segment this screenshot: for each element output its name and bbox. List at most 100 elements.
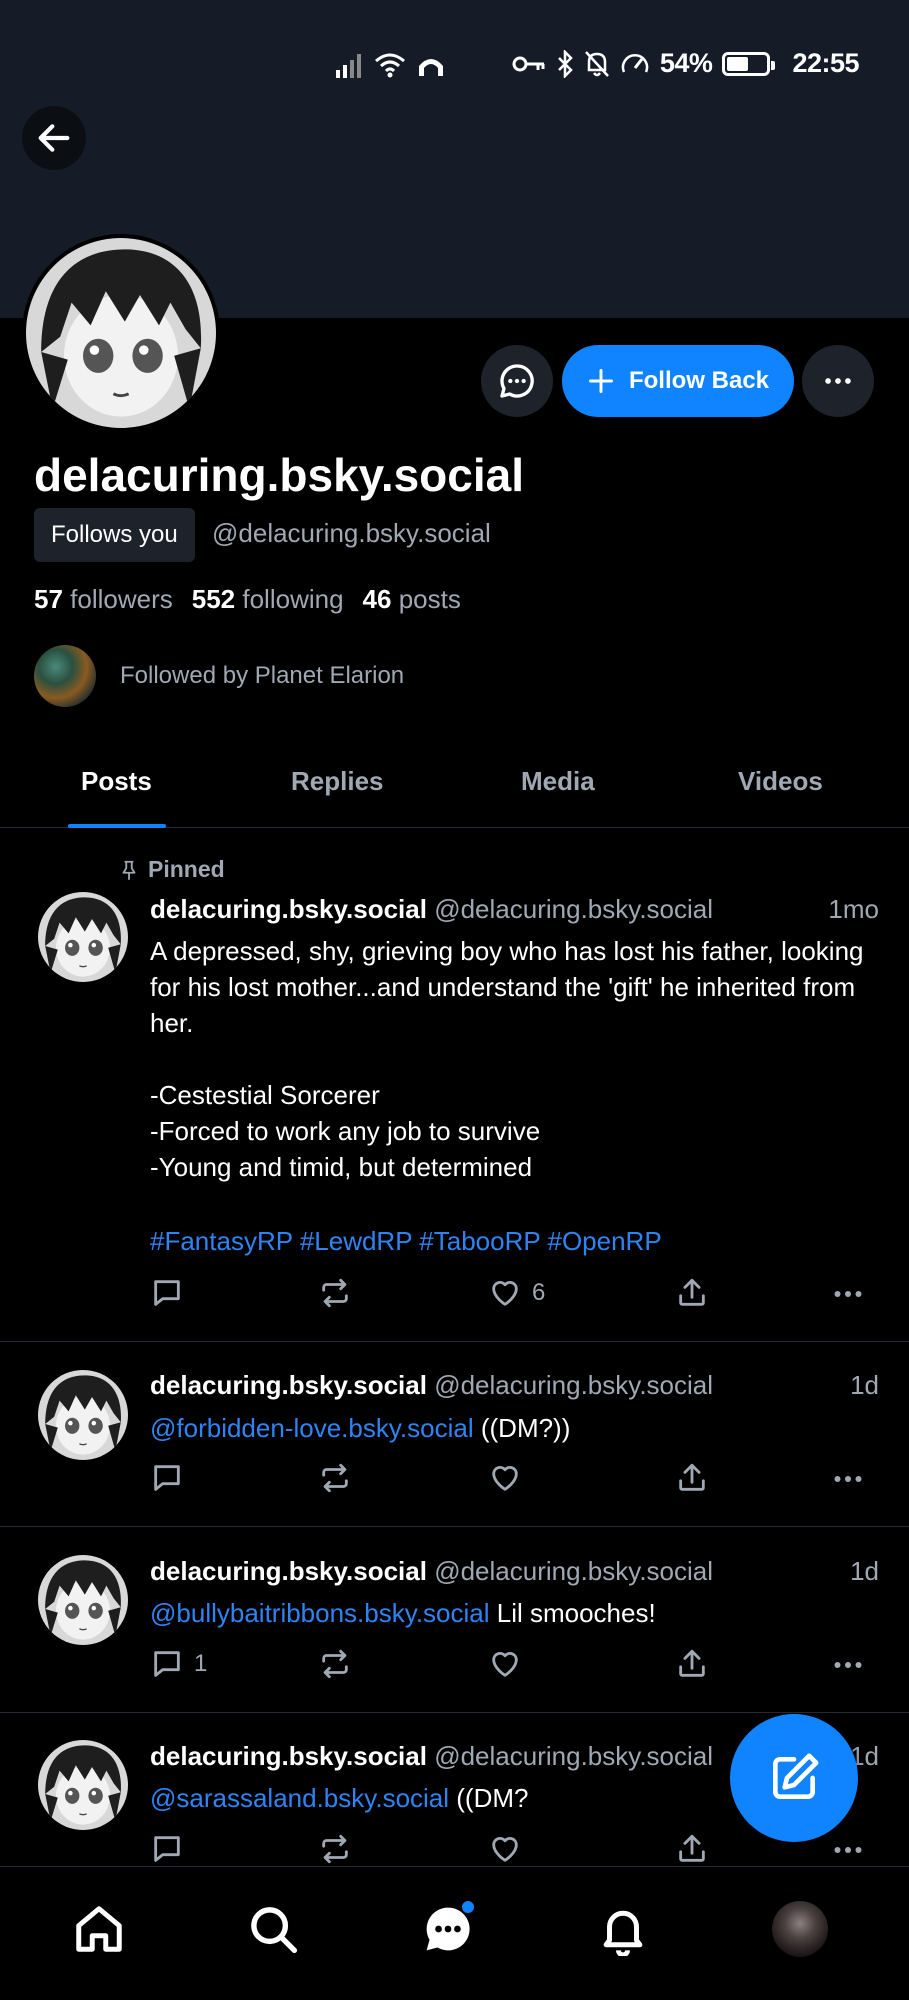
post-header: delacuring.bsky.social @delacuring.bsky.… xyxy=(150,1370,879,1404)
share-icon xyxy=(675,1647,709,1681)
nav-profile[interactable] xyxy=(768,1897,832,1961)
post-actions: 1 xyxy=(150,1647,880,1687)
share-icon xyxy=(675,1461,709,1495)
signal-icon xyxy=(336,54,361,78)
status-bar: 54% 22:55 xyxy=(0,40,909,96)
message-button[interactable] xyxy=(481,345,553,417)
repost-icon xyxy=(318,1276,352,1310)
nav-home[interactable] xyxy=(67,1897,131,1961)
post-text: A depressed, shy, grieving boy who has l… xyxy=(150,936,864,1182)
like-icon xyxy=(488,1461,522,1495)
post-mention[interactable]: @bullybaitribbons.bsky.social xyxy=(150,1598,490,1628)
post-mention[interactable]: @forbidden-love.bsky.social xyxy=(150,1413,474,1443)
more-icon xyxy=(821,364,855,398)
display-name: delacuring.bsky.social xyxy=(34,449,525,501)
nav-messages[interactable] xyxy=(416,1897,480,1961)
profile-more-button[interactable] xyxy=(802,345,874,417)
post-more-button[interactable] xyxy=(830,1461,866,1497)
post-avatar[interactable] xyxy=(38,1555,128,1645)
following-label: following xyxy=(242,584,344,614)
share-button[interactable] xyxy=(675,1461,709,1495)
repost-button[interactable] xyxy=(318,1832,352,1866)
stat-following[interactable]: 552 following xyxy=(192,584,344,615)
tab-replies[interactable]: Replies xyxy=(291,766,384,797)
followers-count: 57 xyxy=(34,584,63,614)
post-author-handle: @delacuring.bsky.social xyxy=(434,1741,714,1771)
repost-icon xyxy=(318,1461,352,1495)
post-author-name[interactable]: delacuring.bsky.social xyxy=(150,894,427,924)
like-button[interactable]: 6 xyxy=(488,1276,545,1310)
key-icon xyxy=(512,56,545,71)
share-icon xyxy=(675,1832,709,1866)
share-button[interactable] xyxy=(675,1276,709,1310)
profile-handle: @delacuring.bsky.social xyxy=(212,518,491,548)
nav-notifications[interactable] xyxy=(591,1897,655,1961)
like-button[interactable] xyxy=(488,1832,522,1866)
tab-posts[interactable]: Posts xyxy=(81,766,152,797)
repost-button[interactable] xyxy=(318,1276,352,1310)
compose-icon xyxy=(773,1753,819,1799)
post-mention[interactable]: @sarassaland.bsky.social xyxy=(150,1783,449,1813)
reply-icon xyxy=(150,1461,184,1495)
share-button[interactable] xyxy=(675,1832,709,1866)
like-count: 6 xyxy=(532,1279,546,1306)
tab-media[interactable]: Media xyxy=(521,766,595,797)
bottom-nav xyxy=(0,1866,909,2000)
status-left xyxy=(334,52,446,78)
profile-avatar[interactable] xyxy=(22,234,220,432)
post-avatar[interactable] xyxy=(38,1370,128,1460)
post-more-button[interactable] xyxy=(830,1647,866,1683)
post-avatar[interactable] xyxy=(38,1740,128,1830)
post-author-name[interactable]: delacuring.bsky.social xyxy=(150,1370,427,1400)
home-icon xyxy=(76,1906,122,1952)
reply-button[interactable] xyxy=(150,1276,184,1310)
pin-icon xyxy=(122,860,136,880)
post-body: Lil smooches! xyxy=(489,1598,656,1628)
like-button[interactable] xyxy=(488,1461,522,1495)
reply-icon xyxy=(150,1832,184,1866)
post-more-button[interactable] xyxy=(830,1832,866,1866)
speed-icon xyxy=(621,53,649,72)
mute-bell-icon xyxy=(584,50,609,77)
profile-stats: 57 followers 552 following 46 posts xyxy=(34,584,461,615)
follow-back-button[interactable]: Follow Back xyxy=(562,345,794,417)
post-author-name[interactable]: delacuring.bsky.social xyxy=(150,1556,427,1586)
compose-button[interactable] xyxy=(730,1714,858,1842)
tab-videos[interactable]: Videos xyxy=(738,766,823,797)
wifi-icon xyxy=(375,53,405,78)
post-avatar-image xyxy=(38,1740,128,1830)
follows-you-badge: Follows you xyxy=(34,508,195,562)
reply-button[interactable] xyxy=(150,1832,184,1866)
post-author-name[interactable]: delacuring.bsky.social xyxy=(150,1741,427,1771)
posts-count: 46 xyxy=(362,584,392,614)
unread-dot xyxy=(460,1899,476,1915)
share-button[interactable] xyxy=(675,1647,709,1681)
battery-percent: 54% xyxy=(659,48,713,78)
post-time: 1d xyxy=(850,1370,879,1400)
followed-by[interactable]: Followed by Planet Elarion xyxy=(34,645,404,707)
share-icon xyxy=(675,1276,709,1310)
bluetooth-icon xyxy=(558,49,573,78)
like-button[interactable] xyxy=(488,1647,522,1681)
post-avatar[interactable] xyxy=(38,892,128,982)
follow-back-label: Follow Back xyxy=(628,367,770,394)
post-header: delacuring.bsky.social @delacuring.bsky.… xyxy=(150,894,879,928)
post-author-handle: @delacuring.bsky.social xyxy=(434,1556,714,1586)
post-body: ((DM? xyxy=(449,1783,529,1813)
reply-button[interactable] xyxy=(150,1461,184,1495)
post-avatar-image xyxy=(38,1370,128,1460)
stat-followers[interactable]: 57 followers xyxy=(34,584,173,615)
reply-button[interactable]: 1 xyxy=(150,1647,207,1681)
avatar-image xyxy=(26,238,216,428)
post-time: 1mo xyxy=(828,894,879,924)
post-header: delacuring.bsky.social @delacuring.bsky.… xyxy=(150,1556,879,1590)
post-hashtags[interactable]: #FantasyRP #LewdRP #TabooRP #OpenRP xyxy=(150,1223,879,1259)
back-button[interactable] xyxy=(22,106,86,170)
nav-search[interactable] xyxy=(241,1897,305,1961)
repost-button[interactable] xyxy=(318,1647,352,1681)
post-avatar-image xyxy=(38,1555,128,1645)
repost-button[interactable] xyxy=(318,1461,352,1495)
reply-count: 1 xyxy=(194,1650,208,1677)
like-icon xyxy=(488,1276,522,1310)
post-more-button[interactable] xyxy=(830,1276,866,1312)
